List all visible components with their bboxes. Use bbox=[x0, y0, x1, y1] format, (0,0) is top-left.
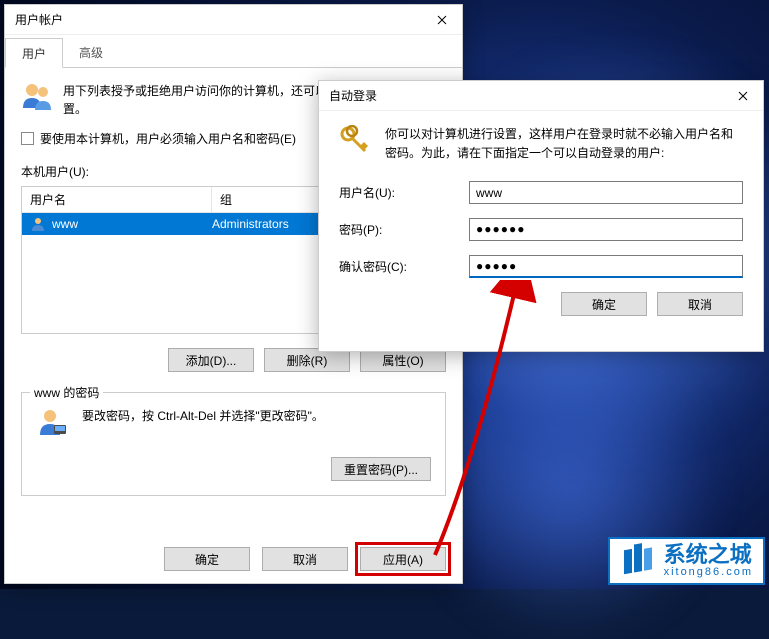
ua-titlebar[interactable]: 用户帐户 bbox=[5, 5, 462, 35]
close-icon[interactable] bbox=[733, 86, 753, 106]
password-group-title: www 的密码 bbox=[30, 384, 103, 401]
watermark: 系统之城 xitong86.com bbox=[608, 537, 765, 585]
username-label: 用户名(U): bbox=[339, 184, 469, 201]
tab-users[interactable]: 用户 bbox=[5, 38, 63, 68]
watermark-en: xitong86.com bbox=[664, 566, 753, 578]
al-titlebar[interactable]: 自动登录 bbox=[319, 81, 763, 111]
confirm-password-input[interactable]: ●●●●● bbox=[469, 255, 743, 278]
col-username[interactable]: 用户名 bbox=[22, 187, 212, 212]
require-login-label: 要使用本计算机，用户必须输入用户名和密码(E) bbox=[40, 130, 296, 147]
watermark-logo-icon bbox=[620, 543, 656, 579]
tab-advanced[interactable]: 高级 bbox=[63, 38, 119, 68]
tabs: 用户 高级 bbox=[5, 37, 462, 68]
keys-icon bbox=[339, 125, 371, 157]
reset-password-button[interactable]: 重置密码(P)... bbox=[331, 457, 431, 481]
require-login-checkbox[interactable] bbox=[21, 132, 34, 145]
ua-title: 用户帐户 bbox=[15, 11, 63, 28]
password-hint: 要改密码，按 Ctrl-Alt-Del 并选择"更改密码"。 bbox=[82, 407, 324, 425]
password-user-icon bbox=[36, 407, 68, 439]
user-name-cell: www bbox=[52, 217, 78, 231]
close-icon[interactable] bbox=[432, 10, 452, 30]
al-intro-text: 你可以对计算机进行设置，这样用户在登录时就不必输入用户名和密码。为此，请在下面指… bbox=[385, 125, 743, 163]
auto-login-dialog: 自动登录 你可以对计算机进行设置，这样用户在登录时就不必输入用户名和密码。为此，… bbox=[318, 80, 764, 352]
password-label: 密码(P): bbox=[339, 221, 469, 238]
password-groupbox: www 的密码 要改密码，按 Ctrl-Alt-Del 并选择"更改密码"。 重… bbox=[21, 392, 446, 496]
cancel-button[interactable]: 取消 bbox=[262, 547, 348, 571]
user-small-icon bbox=[30, 216, 46, 232]
add-button[interactable]: 添加(D)... bbox=[168, 348, 254, 372]
username-input[interactable] bbox=[469, 181, 743, 204]
al-ok-button[interactable]: 确定 bbox=[561, 292, 647, 316]
apply-button[interactable]: 应用(A) bbox=[360, 547, 446, 571]
al-cancel-button[interactable]: 取消 bbox=[657, 292, 743, 316]
al-title: 自动登录 bbox=[329, 87, 377, 104]
confirm-password-label: 确认密码(C): bbox=[339, 258, 469, 275]
password-input[interactable]: ●●●●●● bbox=[469, 218, 743, 241]
watermark-cn: 系统之城 bbox=[664, 544, 753, 566]
ok-button[interactable]: 确定 bbox=[164, 547, 250, 571]
users-icon bbox=[21, 80, 53, 112]
